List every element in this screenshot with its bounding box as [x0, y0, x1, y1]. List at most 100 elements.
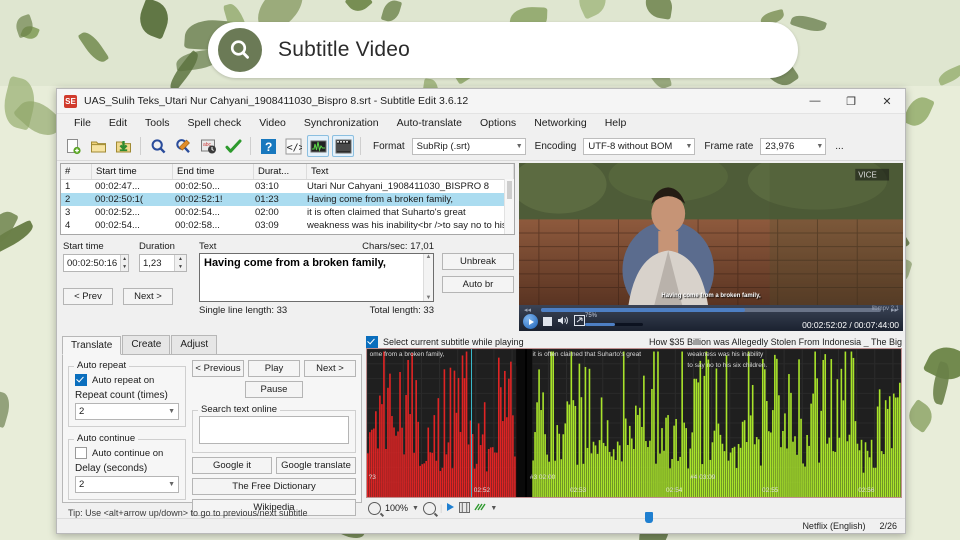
- stop-icon[interactable]: [543, 317, 552, 326]
- column-header-number[interactable]: #: [61, 164, 92, 179]
- video-surface[interactable]: VICE Having come from a broken family,: [519, 163, 903, 305]
- menu-item-help[interactable]: Help: [596, 115, 636, 131]
- help-icon[interactable]: ?: [257, 135, 279, 157]
- subtitle-text-input[interactable]: Having come from a broken family, ▲ ▼: [199, 253, 434, 302]
- auto-continue-checkbox[interactable]: [75, 447, 87, 459]
- tab-create[interactable]: Create: [122, 335, 171, 354]
- fix-common-errors-icon[interactable]: abc: [197, 135, 219, 157]
- status-bar: Netflix (English) 2/26: [57, 518, 905, 533]
- fullscreen-icon[interactable]: [574, 314, 585, 329]
- column-header-text[interactable]: Text: [307, 164, 514, 179]
- cell-end-time: 00:02:54...: [175, 207, 220, 218]
- waveform-toggle-icon[interactable]: [307, 135, 329, 157]
- prev-button[interactable]: < Prev: [63, 288, 113, 305]
- menu-item-options[interactable]: Options: [471, 115, 525, 131]
- next-button[interactable]: Next >: [123, 288, 173, 305]
- lower-section: Translate Create Adjust Auto repeat Auto…: [57, 331, 905, 523]
- save-download-icon[interactable]: [112, 135, 134, 157]
- previous-button[interactable]: < Previous: [192, 360, 244, 377]
- page-title: Subtitle Video: [278, 38, 411, 61]
- menu-item-file[interactable]: File: [65, 115, 100, 131]
- new-file-icon[interactable]: [62, 135, 84, 157]
- table-row[interactable]: 1 00:02:47... 00:02:50... 03:10 Utari Nu…: [61, 180, 514, 193]
- open-folder-icon[interactable]: [87, 135, 109, 157]
- next-button[interactable]: Next >: [304, 360, 356, 377]
- column-header-start-time[interactable]: Start time: [92, 164, 173, 179]
- waveform-scrollbar-thumb[interactable]: [644, 512, 653, 523]
- duration-stepper[interactable]: 1,23 ▲ ▼: [139, 254, 187, 272]
- play-icon[interactable]: [523, 314, 538, 329]
- spin-up-icon[interactable]: ▲: [175, 255, 186, 263]
- menu-item-tools[interactable]: Tools: [136, 115, 179, 131]
- auto-repeat-checkbox-row[interactable]: Auto repeat on: [75, 374, 179, 386]
- volume-slider-fill: [585, 323, 616, 326]
- replace-icon[interactable]: [172, 135, 194, 157]
- cell-start-time: 00:02:52...: [95, 207, 140, 218]
- start-time-spin-buttons[interactable]: ▲ ▼: [120, 255, 128, 271]
- grid-scrollbar[interactable]: [504, 179, 514, 234]
- text-scrollbar[interactable]: ▲ ▼: [423, 254, 433, 301]
- repeat-count-select[interactable]: 2 ▼: [75, 403, 179, 420]
- spell-check-icon[interactable]: [222, 135, 244, 157]
- start-time-stepper[interactable]: 00:02:50:16 ▲ ▼: [63, 254, 129, 272]
- find-icon[interactable]: [147, 135, 169, 157]
- speaker-icon[interactable]: [557, 315, 569, 329]
- waveform-playback-cursor[interactable]: [471, 349, 473, 497]
- close-button[interactable]: ✕: [869, 89, 905, 113]
- spin-down-icon[interactable]: ▼: [175, 263, 186, 271]
- duration-spin-buttons[interactable]: ▲ ▼: [174, 255, 186, 271]
- cell-text: Utari Nur Cahyani_1908411030_BISPRO 8: [307, 181, 490, 192]
- scroll-down-icon[interactable]: ▼: [426, 295, 432, 301]
- column-header-end-time[interactable]: End time: [173, 164, 254, 179]
- delay-select[interactable]: 2 ▼: [75, 476, 179, 493]
- menu-item-auto-translate[interactable]: Auto-translate: [388, 115, 471, 131]
- grid-scrollbar-thumb[interactable]: [507, 181, 512, 199]
- scroll-up-icon[interactable]: ▲: [426, 254, 432, 260]
- video-player[interactable]: VICE Having come from a broken family, ◂…: [519, 163, 903, 331]
- table-row[interactable]: 2 00:02:50:1( 00:02:52:1! 01:23 Having c…: [61, 193, 514, 206]
- repeat-count-label: Repeat count (times): [75, 390, 168, 401]
- chevron-down-icon[interactable]: ▼: [490, 505, 497, 512]
- select-current-subtitle-checkbox[interactable]: [366, 335, 378, 348]
- skip-back-icon[interactable]: ◂◂: [524, 306, 531, 314]
- table-row[interactable]: 3 00:02:52... 00:02:54... 02:00 it is of…: [61, 206, 514, 219]
- menu-item-synchronization[interactable]: Synchronization: [295, 115, 388, 131]
- menu-item-networking[interactable]: Networking: [525, 115, 596, 131]
- format-select[interactable]: SubRip (.srt) ▼: [411, 137, 526, 155]
- search-input[interactable]: [199, 416, 349, 444]
- free-dictionary-button[interactable]: The Free Dictionary: [192, 478, 356, 495]
- column-header-duration[interactable]: Durat...: [254, 164, 307, 179]
- toolbar-overflow-button[interactable]: ...: [835, 141, 843, 152]
- subtitle-list-grid[interactable]: # Start time End time Durat... Text 1 00…: [60, 163, 515, 235]
- google-it-button[interactable]: Google it: [192, 457, 272, 474]
- framerate-select[interactable]: 23,976 ▼: [760, 137, 827, 155]
- table-row[interactable]: 4 00:02:54... 00:02:58... 03:09 weakness…: [61, 219, 514, 232]
- volume-slider[interactable]: [585, 323, 643, 326]
- waveform-horizontal-scrollbar[interactable]: [366, 512, 902, 523]
- svg-text:VICE: VICE: [858, 171, 877, 180]
- minimize-button[interactable]: —: [797, 89, 833, 113]
- google-translate-button[interactable]: Google translate: [276, 457, 356, 474]
- video-seek-bar[interactable]: [541, 308, 881, 312]
- menu-item-video[interactable]: Video: [250, 115, 295, 131]
- cell-start-time: 00:02:50:1(: [95, 194, 144, 205]
- menu-item-spell-check[interactable]: Spell check: [179, 115, 251, 131]
- tab-translate[interactable]: Translate: [62, 336, 122, 355]
- unbreak-button[interactable]: Unbreak: [442, 253, 514, 270]
- spin-down-icon[interactable]: ▼: [121, 263, 128, 271]
- maximize-button[interactable]: ❐: [833, 89, 869, 113]
- auto-repeat-checkbox[interactable]: [75, 374, 87, 386]
- autobr-button[interactable]: Auto br: [442, 276, 514, 293]
- chevron-down-icon[interactable]: ▼: [412, 505, 419, 512]
- search-online-group: Search text online: [192, 404, 356, 453]
- spin-up-icon[interactable]: ▲: [121, 255, 128, 263]
- play-button[interactable]: Play: [248, 360, 300, 377]
- auto-continue-checkbox-row[interactable]: Auto continue on: [75, 447, 179, 459]
- waveform-display[interactable]: ome from a broken family, it is often cl…: [366, 348, 902, 498]
- menu-item-edit[interactable]: Edit: [100, 115, 136, 131]
- pause-button[interactable]: Pause: [245, 381, 303, 398]
- encoding-select[interactable]: UTF-8 without BOM ▼: [583, 137, 696, 155]
- tab-adjust[interactable]: Adjust: [171, 335, 218, 354]
- source-view-icon[interactable]: </>: [282, 135, 304, 157]
- video-toggle-icon[interactable]: [332, 135, 354, 157]
